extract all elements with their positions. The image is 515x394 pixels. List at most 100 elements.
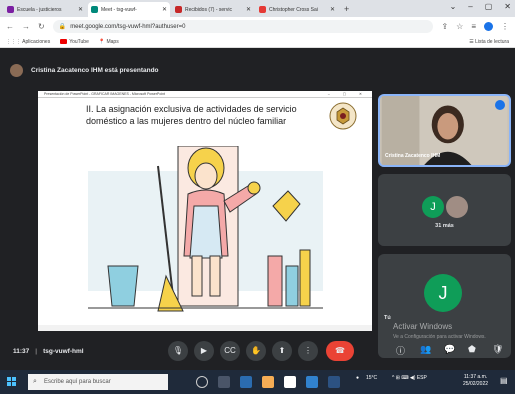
close-window-button[interactable]: ✕	[504, 2, 511, 11]
meet-favicon-icon	[91, 6, 98, 13]
slide-title: II. La asignación exclusiva de actividad…	[86, 104, 297, 126]
reading-list-button[interactable]: ☰ Lista de lectura	[469, 39, 509, 45]
bookmarks-bar: ⋮⋮⋮ Aplicaciones YouTube 📍 Maps ☰ Lista …	[0, 36, 515, 48]
bookmark-label: Aplicaciones	[22, 38, 51, 45]
back-icon[interactable]: ←	[6, 22, 14, 31]
presenter-avatar	[10, 63, 23, 77]
youtube-favicon-icon	[259, 6, 266, 13]
youtube-icon	[60, 38, 68, 44]
slide-window-title: Presentación de PowerPoint - GRAFICAR IM…	[44, 92, 165, 96]
tab-christopher[interactable]: Christopher Cross Sai ✕	[256, 2, 338, 17]
participant-tile-others[interactable]: J 31 más	[378, 174, 511, 246]
star-icon[interactable]: ☆	[456, 22, 463, 31]
notifications-icon[interactable]: ▤	[500, 376, 508, 385]
tab-meet[interactable]: Meet - tsg-vuwf- ✕	[88, 2, 170, 17]
word-icon[interactable]	[328, 376, 340, 388]
new-tab-button[interactable]: +	[344, 2, 349, 17]
reload-icon[interactable]: ↻	[38, 22, 45, 31]
search-placeholder: Escribe aquí para buscar	[44, 379, 111, 385]
participant-name: Cristina Zacatenco IHM	[385, 153, 441, 159]
search-icon: ⌕	[33, 378, 37, 385]
presentation-stage: Presentación de PowerPoint - GRAFICAR IM…	[38, 91, 372, 331]
tab-label: Christopher Cross Sai	[269, 6, 318, 13]
slide-window-titlebar: Presentación de PowerPoint - GRAFICAR IM…	[38, 91, 372, 98]
system-tray-icons[interactable]: ^ ⊞ ⌨ ◀) ESP	[392, 375, 427, 381]
close-icon[interactable]: ✕	[78, 6, 83, 13]
people-icon[interactable]: 👥	[420, 344, 431, 355]
minimize-button[interactable]: –	[468, 2, 472, 11]
bookmark-youtube[interactable]: YouTube	[60, 39, 89, 45]
presenting-text: Cristina Zacatenco IHM está presentando	[31, 66, 159, 74]
favicon-icon	[7, 6, 14, 13]
chat-icon[interactable]: 💬	[444, 344, 455, 355]
weather-icon[interactable]: ●	[356, 375, 359, 381]
clock-date: 25/02/2022	[463, 381, 489, 387]
meeting-time: 11:37	[13, 348, 30, 355]
bookmark-apps[interactable]: ⋮⋮⋮ Aplicaciones	[6, 39, 50, 45]
more-options-button[interactable]: ⋮	[298, 341, 318, 361]
separator: |	[35, 348, 38, 355]
raise-hand-button[interactable]: ✋	[246, 341, 266, 361]
close-icon[interactable]: ✕	[246, 6, 251, 13]
url-text: meet.google.com/tsg-vuwf-hml?authuser=0	[70, 23, 186, 30]
slide-status-bar	[38, 325, 372, 331]
profile-avatar[interactable]	[484, 22, 493, 31]
address-bar: ← → ↻ 🔒 meet.google.com/tsg-vuwf-hml?aut…	[0, 17, 515, 36]
window-controls: ⌄ – ▢ ✕	[450, 2, 511, 11]
participant-name: Tú	[384, 315, 391, 321]
participant-tile-self[interactable]: J Tú	[378, 254, 511, 358]
housekeeper-illustration	[88, 146, 323, 312]
avatar	[446, 196, 468, 218]
bookmark-maps[interactable]: 📍 Maps	[99, 39, 119, 45]
clock-time: 11:37 a.m.	[463, 374, 488, 380]
activate-windows-watermark: Activar Windows	[393, 322, 453, 331]
camera-button[interactable]: ▶	[194, 341, 214, 361]
windows-taskbar: ⌕ Escribe aquí para buscar ● 15°C ^ ⊞ ⌨ …	[0, 370, 515, 394]
share-icon[interactable]: ⇪	[441, 22, 448, 31]
lock-icon[interactable]: 🔒	[59, 23, 66, 30]
tab-escuela[interactable]: Escuela - justicieros ✕	[4, 2, 86, 17]
tab-recibidos[interactable]: Recibidos (7) - servic ✕	[172, 2, 254, 17]
close-icon[interactable]: ✕	[162, 6, 167, 13]
activities-icon[interactable]: ⬟	[468, 344, 476, 355]
participant-tile-presenter[interactable]: Cristina Zacatenco IHM	[378, 94, 511, 167]
edge-icon[interactable]	[306, 376, 318, 388]
bookmark-label: Maps	[106, 38, 119, 45]
start-icon[interactable]	[7, 377, 17, 387]
captions-button[interactable]: CC	[220, 341, 240, 361]
cortana-icon[interactable]	[196, 376, 208, 388]
maximize-button[interactable]: ▢	[485, 2, 493, 11]
tab-label: Meet - tsg-vuwf-	[101, 6, 137, 13]
presenter-bar: Cristina Zacatenco IHM está presentando	[10, 62, 510, 78]
forward-icon[interactable]: →	[22, 22, 30, 31]
tab-search-icon[interactable]: ⌄	[450, 2, 457, 11]
menu-icon[interactable]: ⋮	[501, 22, 509, 31]
info-icon[interactable]: ⓘ	[396, 344, 405, 357]
meet-window: Cristina Zacatenco IHM está presentando …	[0, 48, 515, 370]
host-controls-icon[interactable]: 🛡	[492, 344, 503, 355]
activate-windows-subtext: Ve a Configuración para activar Windows.	[393, 334, 486, 340]
institution-seal-icon	[329, 102, 357, 130]
taskbar-search[interactable]: ⌕ Escribe aquí para buscar	[28, 374, 168, 390]
microphone-button[interactable]: 🎙	[168, 341, 188, 361]
tab-label: Recibidos (7) - servic	[185, 6, 232, 13]
tab-label: Escuela - justicieros	[17, 6, 62, 13]
store-icon[interactable]	[240, 376, 252, 388]
close-icon[interactable]: ✕	[330, 6, 335, 13]
temperature: 15°C	[366, 375, 378, 381]
url-field[interactable]: 🔒 meet.google.com/tsg-vuwf-hml?authuser=…	[52, 20, 434, 33]
slide-window-controls: – ▢ ✕	[327, 92, 368, 96]
end-call-button[interactable]: ☎	[326, 341, 354, 361]
meeting-code: tsg-vuwf-hml	[43, 348, 84, 355]
avatar: J	[424, 274, 462, 312]
file-explorer-icon[interactable]	[262, 376, 274, 388]
reading-mode-icon[interactable]: ≡	[471, 22, 476, 31]
present-button[interactable]: ⬆	[272, 341, 292, 361]
others-count: 31 más	[435, 223, 454, 229]
taskbar-clock[interactable]: 11:37 a.m. 25/02/2022	[463, 374, 488, 388]
audio-indicator-icon	[495, 100, 505, 110]
chrome-icon[interactable]	[284, 376, 296, 388]
avatar: J	[422, 196, 444, 218]
bookmark-label: YouTube	[69, 38, 89, 45]
task-view-icon[interactable]	[218, 376, 230, 388]
